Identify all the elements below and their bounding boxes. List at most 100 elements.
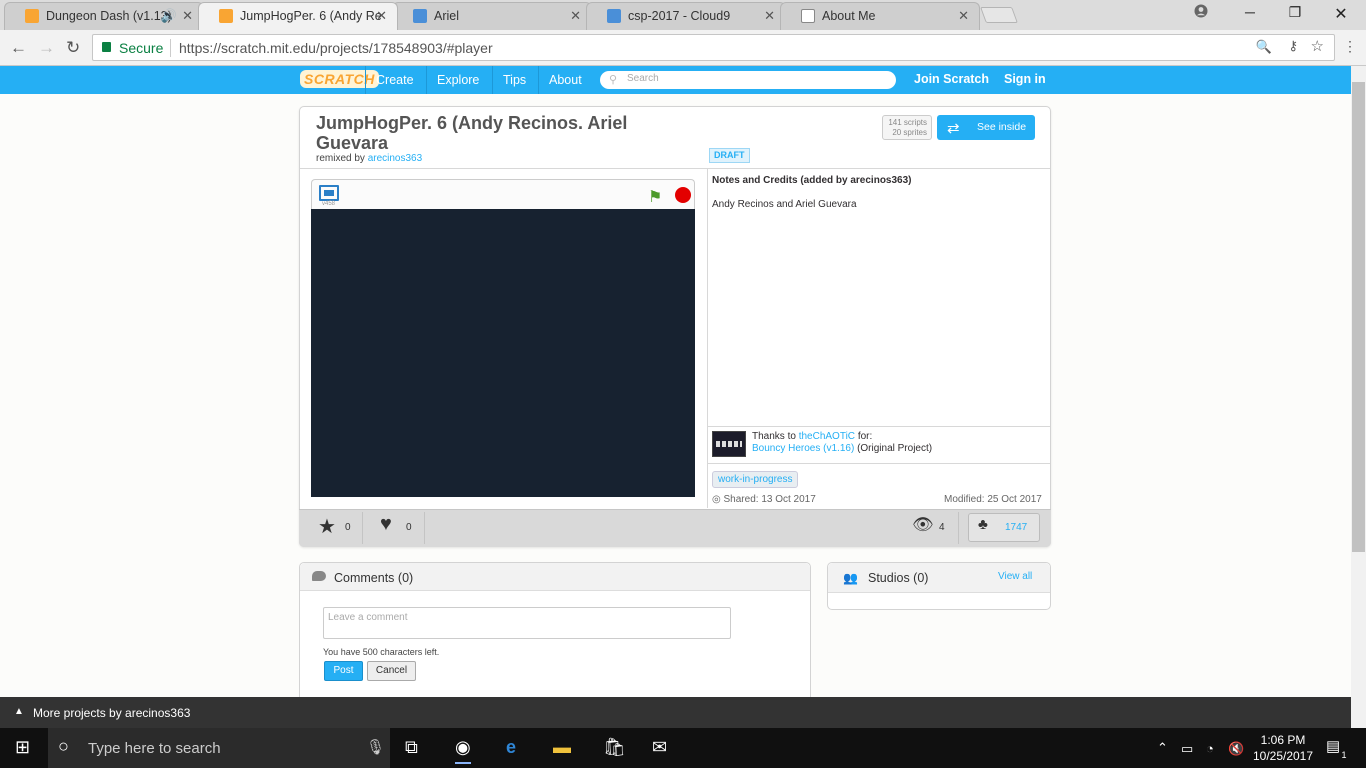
microphone-icon[interactable]: 🎙 bbox=[366, 738, 385, 756]
nav-tips[interactable]: Tips bbox=[492, 66, 536, 94]
author-link[interactable]: arecinos363 bbox=[368, 153, 422, 164]
taskbar-clock[interactable]: 1:06 PM 10/25/2017 bbox=[1248, 732, 1318, 764]
scratch-favicon-icon bbox=[219, 9, 233, 23]
menu-icon[interactable]: ⋮ bbox=[1343, 38, 1357, 55]
volume-muted-icon[interactable]: 🔇 bbox=[1228, 741, 1244, 757]
close-tab-icon[interactable]: ✕ bbox=[570, 8, 581, 24]
profile-icon[interactable] bbox=[1190, 4, 1212, 22]
tab-title: Dungeon Dash (v1.13) bbox=[46, 9, 172, 23]
join-scratch-link[interactable]: Join Scratch bbox=[914, 66, 989, 92]
scratch-favicon-icon bbox=[25, 9, 39, 23]
clock-time: 1:06 PM bbox=[1260, 733, 1306, 747]
studio-people-icon: 👥 bbox=[843, 571, 858, 585]
divider bbox=[707, 168, 708, 508]
file-explorer-icon[interactable]: ▬ bbox=[553, 737, 571, 758]
reload-icon[interactable]: ↻ bbox=[66, 38, 80, 58]
edge-icon[interactable]: e bbox=[506, 737, 516, 758]
nav-about[interactable]: About bbox=[538, 66, 592, 94]
forward-icon[interactable]: → bbox=[38, 38, 55, 58]
post-button[interactable]: Post bbox=[324, 661, 363, 681]
wifi-icon[interactable]: ◔ bbox=[1206, 741, 1214, 756]
divider bbox=[708, 463, 1050, 464]
tab-dungeon-dash[interactable]: Dungeon Dash (v1.13) 🔊 ✕ bbox=[4, 2, 204, 30]
love-heart-icon[interactable]: ♥ bbox=[380, 513, 392, 536]
key-icon[interactable]: ⚷ bbox=[1288, 38, 1298, 54]
tab-csp-2017[interactable]: csp-2017 - Cloud9 ✕ bbox=[586, 2, 786, 30]
lock-icon bbox=[102, 42, 111, 52]
tab-title: Ariel bbox=[434, 9, 460, 23]
original-author-link[interactable]: theChAOTiC bbox=[799, 431, 855, 442]
close-tab-icon[interactable]: ✕ bbox=[182, 8, 193, 24]
zoom-icon[interactable]: 🔍 bbox=[1256, 39, 1272, 55]
nav-create[interactable]: Create bbox=[365, 66, 424, 94]
notes-body: Andy Recinos and Ariel Guevara bbox=[712, 199, 857, 210]
original-project-thumbnail[interactable] bbox=[712, 431, 746, 457]
search-placeholder: Search bbox=[627, 73, 659, 84]
favorite-star-icon[interactable]: ★ bbox=[318, 514, 336, 539]
bookmark-star-icon[interactable]: ☆ bbox=[1311, 37, 1324, 55]
divider bbox=[958, 512, 959, 544]
tab-jumphog[interactable]: JumpHogPer. 6 (Andy Re ✕ bbox=[198, 2, 398, 30]
divider bbox=[362, 512, 363, 544]
comment-input[interactable]: Leave a comment bbox=[323, 607, 731, 639]
minimize-icon[interactable]: ─ bbox=[1240, 4, 1260, 20]
close-tab-icon[interactable]: ✕ bbox=[764, 8, 775, 24]
sign-in-link[interactable]: Sign in bbox=[1004, 66, 1046, 92]
battery-icon[interactable]: ▭ bbox=[1181, 741, 1193, 757]
close-tab-icon[interactable]: ✕ bbox=[958, 8, 969, 24]
tab-title: JumpHogPer. 6 (Andy Re bbox=[240, 9, 382, 23]
project-tag[interactable]: work-in-progress bbox=[712, 471, 799, 488]
see-inside-label: See inside bbox=[977, 121, 1027, 133]
loves-count: 0 bbox=[406, 522, 412, 533]
shared-text: Shared: 13 Oct 2017 bbox=[723, 494, 816, 505]
tab-ariel[interactable]: Ariel ✕ bbox=[392, 2, 592, 30]
thanks-prefix: Thanks to bbox=[752, 431, 796, 442]
divider bbox=[300, 168, 1050, 169]
expand-triangle-icon: ▲ bbox=[14, 706, 24, 717]
clock-date: 10/25/2017 bbox=[1252, 749, 1314, 763]
restore-icon[interactable]: ❐ bbox=[1285, 4, 1305, 21]
fullscreen-icon[interactable] bbox=[319, 185, 339, 201]
sprites-count: 20 sprites bbox=[892, 128, 927, 137]
stop-icon[interactable] bbox=[675, 187, 691, 203]
cancel-button[interactable]: Cancel bbox=[367, 661, 416, 681]
search-input[interactable]: ⚲ Search bbox=[600, 71, 896, 89]
view-all-link[interactable]: View all bbox=[998, 571, 1032, 582]
project-stage[interactable] bbox=[311, 209, 695, 497]
task-view-icon[interactable]: ⧉ bbox=[405, 737, 418, 758]
notification-count-badge: 1 bbox=[1338, 750, 1350, 760]
divider bbox=[424, 512, 425, 544]
store-icon[interactable]: 🛍 bbox=[603, 737, 626, 758]
remixed-by-label: remixed by bbox=[316, 153, 365, 164]
close-window-icon[interactable]: ✕ bbox=[1331, 4, 1351, 24]
close-tab-icon[interactable]: ✕ bbox=[376, 8, 387, 24]
omnibox[interactable]: Secure https://scratch.mit.edu/projects/… bbox=[92, 34, 1335, 61]
url-text[interactable]: https://scratch.mit.edu/projects/1785489… bbox=[179, 40, 493, 56]
thanks-credit: Thanks to theChAOTiC for: Bouncy Heroes … bbox=[752, 431, 932, 455]
scrollbar-thumb[interactable] bbox=[1352, 82, 1365, 552]
remix-tree-icon: ♣ bbox=[978, 516, 988, 533]
cloud9-favicon-icon bbox=[413, 9, 427, 23]
more-projects-bar[interactable]: ▲ More projects by arecinos363 bbox=[0, 697, 1351, 728]
views-count: 4 bbox=[939, 522, 945, 533]
tab-about-me[interactable]: About Me ✕ bbox=[780, 2, 980, 30]
shared-date: ◎ Shared: 13 Oct 2017 bbox=[712, 494, 816, 505]
speaker-icon[interactable]: 🔊 bbox=[161, 8, 177, 24]
see-inside-button[interactable]: ⇄ See inside bbox=[937, 115, 1035, 140]
show-hidden-icons-chevron-icon[interactable]: ⌃ bbox=[1157, 740, 1168, 756]
new-tab-button[interactable] bbox=[980, 7, 1018, 23]
original-project-suffix: (Original Project) bbox=[857, 443, 933, 454]
views-eye-icon: 👁 bbox=[912, 515, 934, 534]
comments-title: Comments (0) bbox=[334, 571, 414, 585]
chrome-icon[interactable]: ◉ bbox=[455, 737, 471, 764]
notes-title: Notes and Credits (added by arecinos363) bbox=[712, 175, 912, 186]
original-project-link[interactable]: Bouncy Heroes (v1.16) bbox=[752, 443, 854, 454]
more-projects-label: More projects by arecinos363 bbox=[33, 706, 191, 720]
windows-start-icon[interactable]: ⊞ bbox=[15, 737, 30, 758]
taskbar-search[interactable]: ○ Type here to search 🎙 bbox=[48, 728, 390, 768]
mail-icon[interactable]: ✉ bbox=[652, 737, 667, 758]
back-icon[interactable]: ← bbox=[10, 38, 27, 58]
nav-explore[interactable]: Explore bbox=[426, 66, 489, 94]
green-flag-icon[interactable]: ⚑ bbox=[648, 187, 662, 207]
taskbar-search-placeholder: Type here to search bbox=[88, 740, 221, 757]
